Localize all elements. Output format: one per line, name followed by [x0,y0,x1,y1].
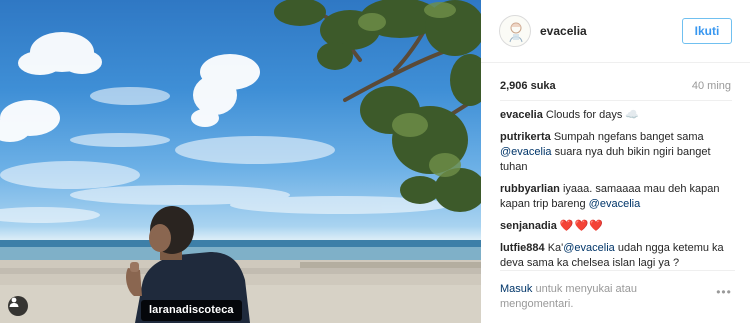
comment-item: rubbyarlian iyaaa. samaaaa mau deh kapan… [500,182,734,212]
comment-item: senjanadia ❤️❤️❤️ [500,219,734,234]
login-prompt: Masuk untuk menyukai atau mengomentari. [500,282,680,312]
user-tag-label[interactable]: laranadiscoteca [141,300,242,321]
beach-scene-image [0,0,481,323]
caption-author[interactable]: evacelia [500,109,543,121]
post-author-username[interactable]: evacelia [540,24,587,38]
more-options-icon[interactable]: ••• [713,286,735,298]
person-icon[interactable] [8,296,28,316]
avatar-illustration-icon [509,22,523,43]
comment-author[interactable]: senjanadia [500,220,557,232]
likes-row: 2,906 suka 40 ming [500,80,732,96]
caption: evacelia Clouds for days ☁️ [500,108,734,123]
follow-button[interactable]: Ikuti [682,18,732,44]
comment-text: Sumpah ngefans banget sama [553,131,704,143]
post-photo[interactable]: laranadiscoteca [0,0,481,323]
post-timestamp[interactable]: 40 ming [692,80,731,92]
comment-mention[interactable]: @evacelia [589,198,641,210]
divider [500,100,732,101]
login-link[interactable]: Masuk [500,283,532,295]
likes-count[interactable]: 2,906 suka [500,80,556,92]
post-header: evacelia Ikuti [481,0,750,63]
comment-mention[interactable]: @evacelia [563,242,615,254]
avatar[interactable] [499,15,531,47]
comments-list: evacelia Clouds for days ☁️ putrikerta S… [500,108,734,278]
comment-item: lutfie884 Ka'@evacelia udah ngga ketemu … [500,241,734,271]
comment-text: Ka' [547,242,564,254]
heart-emoji-icon: ❤️❤️❤️ [559,220,605,232]
comment-author[interactable]: lutfie884 [500,242,545,254]
comment-mention[interactable]: @evacelia [500,146,552,158]
comment-author[interactable]: rubbyarlian [500,183,560,195]
post-details-panel: evacelia Ikuti 2,906 suka 40 ming evacel… [481,0,750,323]
comment-item: putrikerta Sumpah ngefans banget sama @e… [500,130,734,175]
caption-text: Clouds for days ☁️ [545,109,640,121]
post-footer: Masuk untuk menyukai atau mengomentari. … [500,270,735,310]
comment-author[interactable]: putrikerta [500,131,551,143]
